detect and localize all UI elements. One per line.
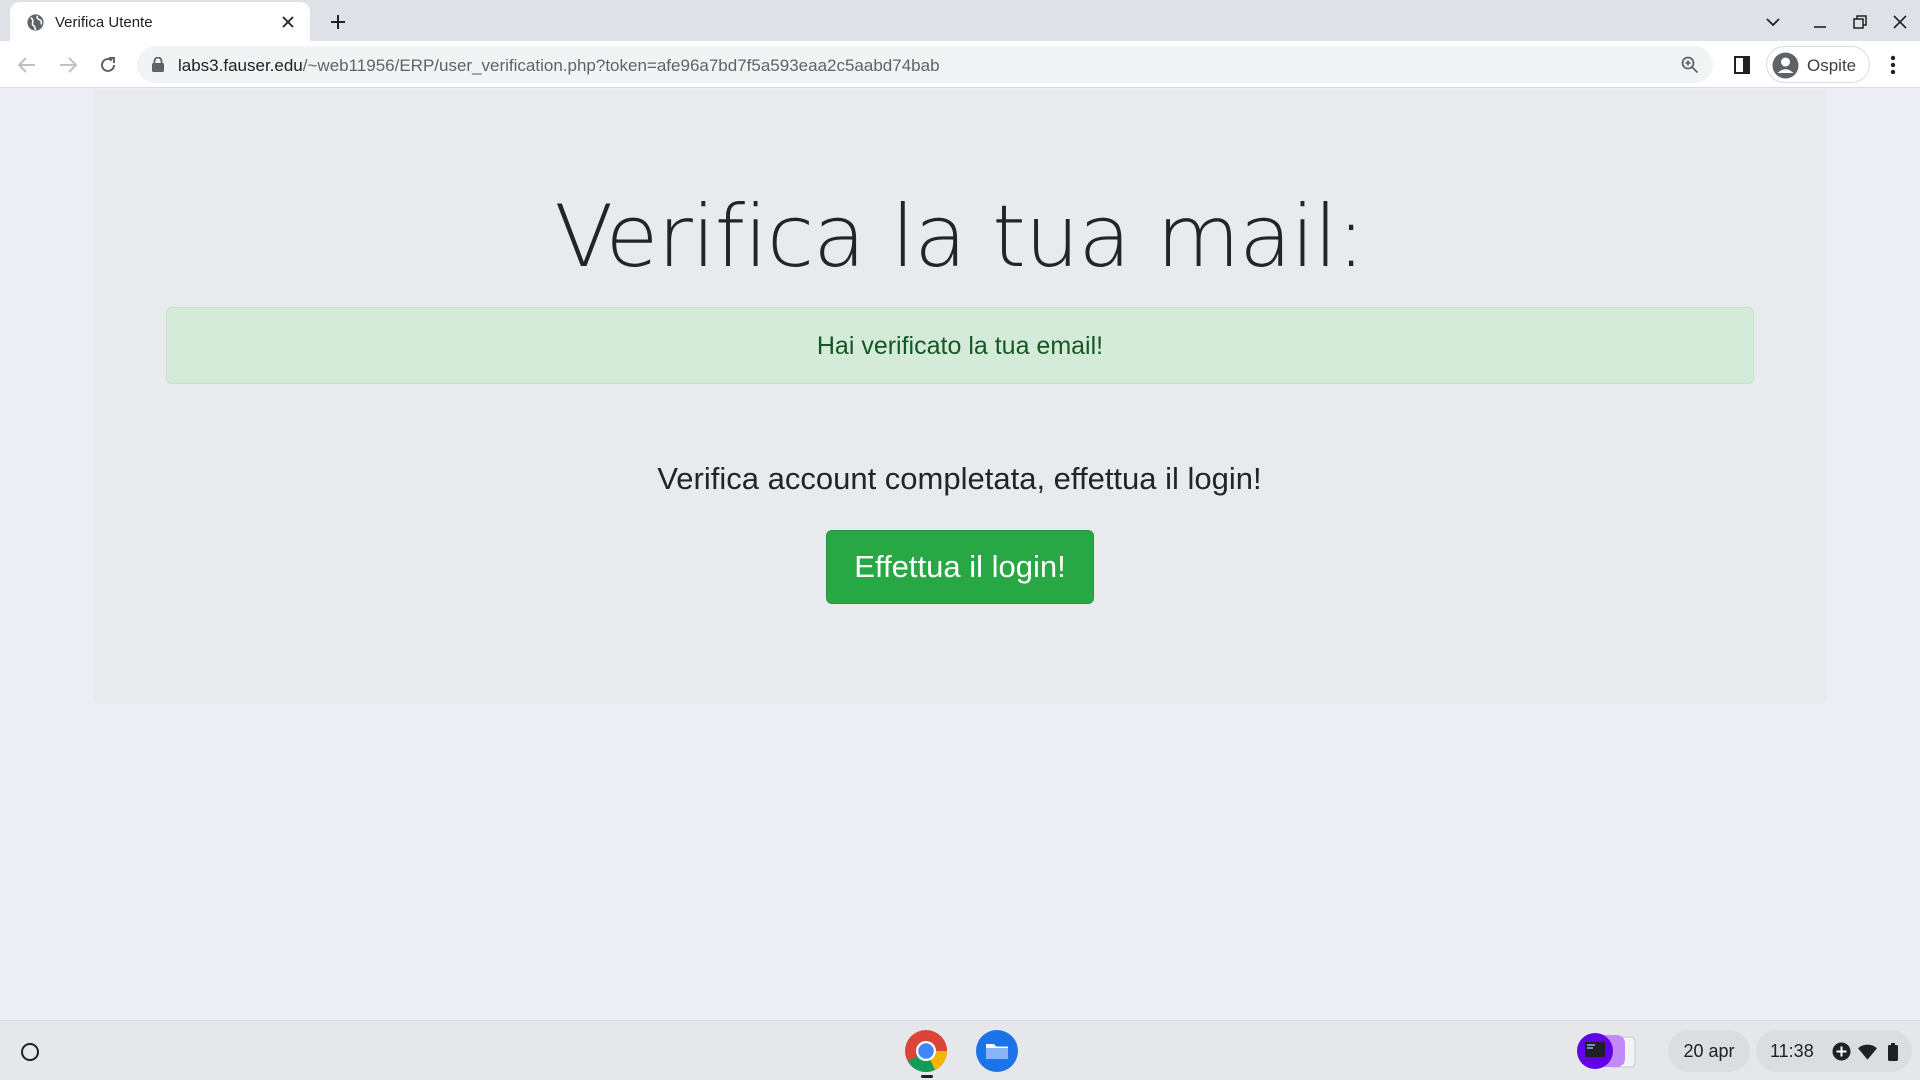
launcher-icon[interactable]	[12, 1034, 47, 1069]
zoom-icon[interactable]	[1677, 52, 1703, 78]
forward-icon[interactable]	[52, 49, 84, 81]
date-indicator[interactable]: 20 apr	[1668, 1030, 1750, 1072]
holding-space-icon[interactable]	[1573, 1030, 1655, 1072]
taskbar-shelf: 20 apr 11:38	[0, 1020, 1920, 1080]
running-indicator	[921, 1075, 933, 1078]
close-window-icon[interactable]	[1886, 8, 1914, 36]
new-tab-button[interactable]	[324, 8, 352, 36]
url-host: labs3.fauser.edu	[178, 56, 303, 75]
system-tray[interactable]: 11:38	[1756, 1030, 1912, 1072]
completion-text: Verifica account completata, effettua il…	[657, 461, 1262, 496]
restore-icon[interactable]	[1846, 8, 1874, 36]
url-path: /~web11956/ERP/user_verification.php?tok…	[302, 56, 940, 75]
wifi-icon	[1858, 1042, 1877, 1061]
alert-message: Hai verificato la tua email!	[816, 332, 1104, 360]
tab-title: Verifica Utente	[55, 14, 153, 31]
tab-strip: Verifica Utente	[0, 0, 1920, 41]
minimize-icon[interactable]	[1806, 8, 1834, 36]
files-icon[interactable]	[975, 1029, 1019, 1073]
chrome-icon[interactable]	[904, 1029, 948, 1073]
back-icon[interactable]	[11, 49, 43, 81]
url-text: labs3.fauser.edu/~web11956/ERP/user_veri…	[178, 56, 940, 76]
tab-verifica-utente[interactable]: Verifica Utente	[10, 2, 310, 41]
battery-icon	[1883, 1042, 1902, 1061]
lock-icon	[151, 56, 165, 72]
tab-search-icon[interactable]	[1759, 8, 1787, 36]
page-title: Verifica la tua mail:	[554, 187, 1365, 287]
profile-button[interactable]: Ospite	[1766, 46, 1870, 83]
page-viewport: Verifica la tua mail: Hai verificato la …	[0, 89, 1920, 1020]
browser-toolbar: labs3.fauser.edu/~web11956/ERP/user_veri…	[0, 41, 1920, 88]
add-circle-icon	[1832, 1042, 1851, 1061]
verification-panel: Verifica la tua mail: Hai verificato la …	[93, 89, 1826, 704]
avatar-icon	[1772, 52, 1799, 79]
side-panel-icon[interactable]	[1730, 53, 1754, 77]
success-alert: Hai verificato la tua email!	[166, 307, 1754, 384]
address-bar[interactable]: labs3.fauser.edu/~web11956/ERP/user_veri…	[137, 46, 1713, 83]
globe-icon	[26, 13, 45, 32]
login-button[interactable]: Effettua il login!	[826, 530, 1094, 604]
reload-icon[interactable]	[92, 49, 124, 81]
clock: 11:38	[1770, 1041, 1814, 1061]
more-menu-icon[interactable]	[1877, 49, 1909, 81]
tab-close-icon[interactable]	[276, 10, 300, 34]
profile-name: Ospite	[1807, 56, 1857, 75]
